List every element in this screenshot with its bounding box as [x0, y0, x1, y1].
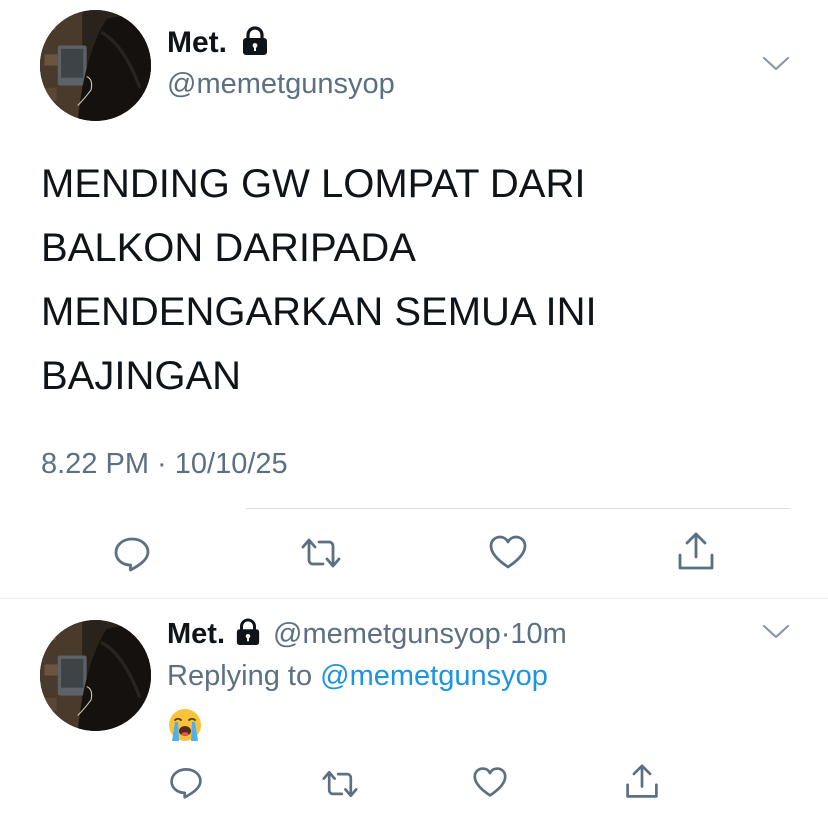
lock-icon [243, 26, 267, 56]
like-icon[interactable] [472, 765, 508, 799]
chevron-down-icon[interactable] [762, 624, 790, 640]
author-handle[interactable]: @memetgunsyop [273, 618, 501, 650]
tweet-timestamp[interactable]: 8.22 PM · 10/10/25 [41, 448, 288, 481]
retweet-icon[interactable] [299, 533, 343, 573]
divider [0, 598, 828, 599]
loudly-crying-face-emoji [169, 709, 201, 741]
lock-icon [236, 618, 260, 646]
reply-icon[interactable] [168, 764, 204, 800]
tweet-text-line: BAJINGAN [41, 354, 242, 398]
author-name-label: Met. [167, 26, 227, 59]
author-name[interactable]: Met. [167, 26, 269, 60]
replying-to-mention[interactable]: @memetgunsyop [320, 660, 548, 692]
tweet-text-line: BALKON DARIPADA [41, 226, 416, 270]
avatar[interactable] [40, 620, 151, 731]
like-icon[interactable] [488, 533, 528, 571]
tweet-thread: Met. @memetgunsyop MENDING GW LOMPAT DAR… [0, 0, 828, 818]
reply-time[interactable]: 10m [510, 618, 566, 650]
share-icon[interactable] [676, 531, 716, 573]
tweet-text-line: MENDENGARKAN SEMUA INI [41, 290, 597, 334]
reply-header: Met. @memetgunsyop·10m [167, 618, 567, 651]
share-icon[interactable] [624, 763, 660, 801]
tweet-text: MENDING GW LOMPAT DARI BALKON DARIPADA M… [41, 152, 781, 408]
retweet-icon[interactable] [320, 766, 360, 802]
reply-icon[interactable] [112, 533, 152, 573]
avatar[interactable] [40, 10, 151, 121]
chevron-down-icon[interactable] [762, 56, 790, 72]
tweet-text-line: MENDING GW LOMPAT DARI [41, 162, 586, 206]
divider [246, 508, 790, 509]
replying-prefix: Replying to [167, 660, 321, 692]
author-name[interactable]: Met. [167, 618, 225, 650]
author-handle[interactable]: @memetgunsyop [167, 68, 395, 101]
separator: · [500, 618, 511, 650]
replying-to: Replying to @memetgunsyop [167, 660, 548, 693]
